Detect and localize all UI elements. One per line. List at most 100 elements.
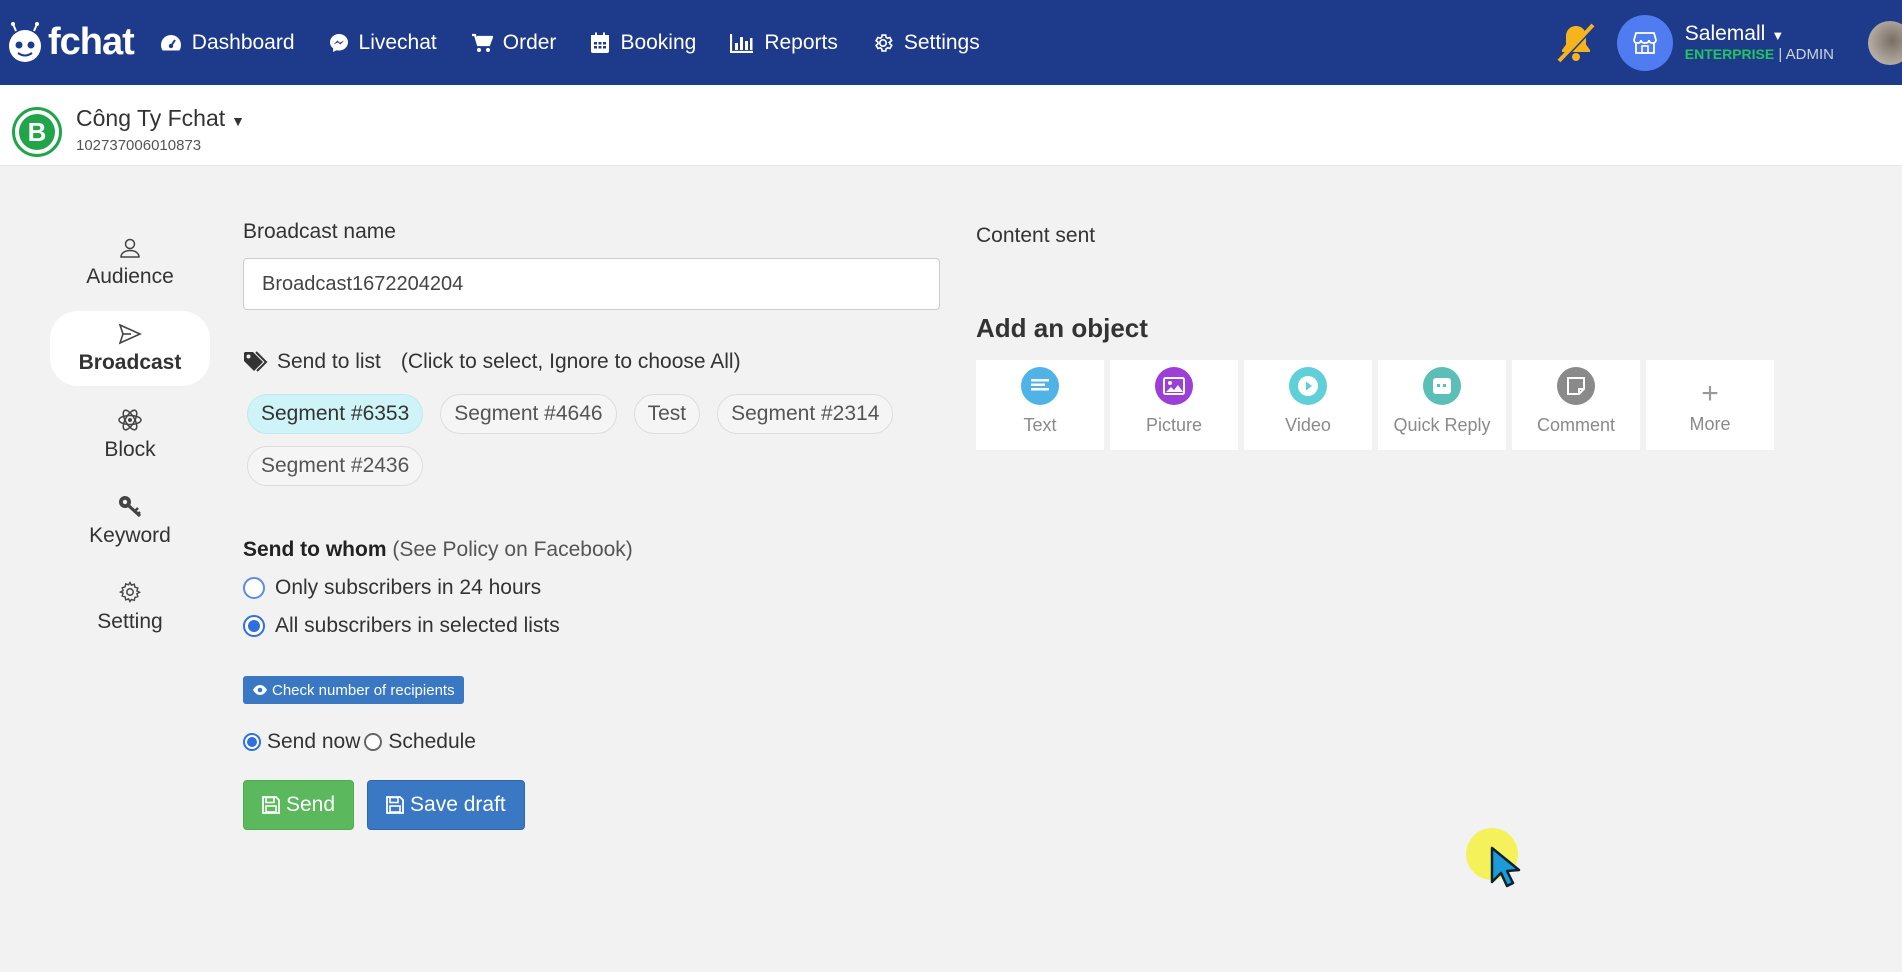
segment-chip[interactable]: Segment #2436 [247, 446, 424, 486]
nav-label: Reports [764, 30, 838, 54]
nav-livechat[interactable]: Livechat [329, 31, 437, 55]
brand-name: fchat [48, 21, 135, 63]
object-label: Quick Reply [1393, 415, 1491, 435]
radio-all-subscribers[interactable] [243, 615, 265, 637]
store-icon [1632, 31, 1657, 54]
option-24h-label: Only subscribers in 24 hours [275, 576, 542, 599]
schedule-label: Schedule [388, 730, 476, 753]
broadcast-name-label: Broadcast name [243, 220, 396, 243]
page-name: Công Ty Fchat [76, 105, 226, 131]
calendar-icon [591, 32, 610, 53]
nav-reports[interactable]: Reports [730, 31, 838, 55]
radio-send-now[interactable] [243, 733, 261, 751]
nav-dashboard[interactable]: Dashboard [160, 31, 295, 55]
object-label: More [1689, 414, 1731, 434]
top-navbar: fchat Dashboard Livechat Order Booking R… [0, 0, 1902, 85]
object-comment-button[interactable]: Comment [1512, 360, 1640, 450]
gear-icon [118, 580, 141, 603]
send-to-list-label: Send to list [277, 350, 381, 373]
nav-settings[interactable]: Settings [872, 31, 980, 55]
page-avatar-letter: B [19, 114, 55, 150]
plus-icon: + [1701, 377, 1719, 410]
play-icon [1289, 367, 1327, 405]
nav-label: Dashboard [191, 30, 295, 54]
save-draft-label: Save draft [410, 793, 506, 816]
nav-label: Order [502, 30, 557, 54]
segment-chip[interactable]: Segment #4646 [440, 394, 617, 434]
dashboard-icon [160, 34, 181, 50]
account-menu[interactable]: Salemall ▼ ENTERPRISE | ADMIN [1685, 21, 1834, 64]
object-more-button[interactable]: + More [1646, 360, 1774, 450]
eye-icon [253, 685, 267, 695]
page-header: B Công Ty Fchat ▼ 102737006010873 [0, 85, 1902, 166]
add-object-title: Add an object [976, 313, 1148, 343]
user-avatar[interactable] [1868, 20, 1902, 65]
segment-chip[interactable]: Segment #6353 [247, 394, 424, 434]
object-text-button[interactable]: Text [976, 360, 1104, 450]
menu-label: Keyword [89, 523, 171, 547]
send-button[interactable]: Send [243, 780, 355, 830]
send-to-list-hint: (Click to select, Ignore to choose All) [400, 350, 741, 373]
check-recipients-label: Check number of recipients [272, 681, 455, 699]
object-label: Text [1023, 415, 1057, 435]
robot-logo-icon [9, 21, 41, 62]
page-avatar[interactable]: B [12, 107, 62, 157]
quick-reply-icon [1423, 367, 1461, 405]
menu-setting[interactable]: Setting [50, 569, 210, 644]
image-icon [1155, 367, 1193, 405]
object-video-button[interactable]: Video [1244, 360, 1372, 450]
send-to-list-row: Send to list (Click to select, Ignore to… [243, 350, 943, 374]
object-picture-button[interactable]: Picture [1110, 360, 1238, 450]
left-menu: Audience Broadcast Block Keyword Setting [50, 225, 210, 655]
broadcast-form: Broadcast name Send to list (Click to se… [243, 220, 943, 830]
page-selector[interactable]: Công Ty Fchat ▼ [76, 105, 245, 132]
save-icon [386, 796, 404, 814]
radio-schedule[interactable] [364, 733, 383, 751]
nav-booking[interactable]: Booking [590, 31, 696, 55]
role-label: ADMIN [1785, 46, 1834, 64]
segment-chip[interactable]: Segment #2314 [717, 394, 894, 434]
option-all-subscribers[interactable]: All subscribers in selected lists [243, 614, 943, 638]
nav-order[interactable]: Order [471, 30, 557, 55]
menu-broadcast[interactable]: Broadcast [50, 311, 210, 386]
menu-keyword[interactable]: Keyword [50, 483, 210, 558]
menu-label: Setting [97, 609, 163, 633]
facebook-policy-link[interactable]: (See Policy on Facebook) [392, 538, 632, 561]
save-icon [262, 796, 280, 814]
option-all-label: All subscribers in selected lists [275, 614, 560, 637]
option-24h[interactable]: Only subscribers in 24 hours [243, 576, 943, 600]
user-icon [120, 238, 140, 258]
menu-audience[interactable]: Audience [50, 225, 210, 300]
segment-chip[interactable]: Test [633, 394, 701, 434]
nav-label: Settings [903, 30, 980, 54]
object-label: Video [1285, 415, 1331, 435]
send-button-label: Send [286, 793, 336, 816]
menu-label: Block [104, 437, 156, 461]
gear-icon [874, 33, 893, 52]
caret-down-icon: ▼ [1771, 27, 1785, 43]
radio-24h[interactable] [243, 577, 265, 599]
save-draft-button[interactable]: Save draft [367, 780, 525, 830]
bell-muted-icon[interactable] [1553, 21, 1599, 65]
object-label: Picture [1145, 415, 1203, 435]
cart-icon [471, 33, 493, 52]
menu-block[interactable]: Block [50, 397, 210, 472]
object-quick-reply-button[interactable]: Quick Reply [1378, 360, 1506, 450]
store-avatar[interactable] [1616, 14, 1673, 71]
bar-chart-icon [730, 33, 754, 53]
send-now-label: Send now [267, 730, 361, 753]
text-icon [1021, 367, 1059, 405]
broadcast-name-input[interactable] [243, 258, 940, 310]
caret-down-icon: ▼ [231, 113, 246, 129]
send-to-whom-heading: Send to whom (See Policy on Facebook) [243, 538, 943, 562]
plan-badge: ENTERPRISE [1684, 46, 1775, 63]
nav-label: Livechat [358, 30, 437, 54]
object-label: Comment [1536, 415, 1616, 435]
menu-label: Audience [86, 264, 174, 288]
check-recipients-button[interactable]: Check number of recipients [243, 676, 464, 704]
send-icon [118, 323, 142, 344]
chat-icon [329, 33, 348, 52]
atom-icon [118, 408, 142, 431]
fchat-logo[interactable]: fchat [4, 21, 135, 64]
key-icon [119, 495, 142, 517]
